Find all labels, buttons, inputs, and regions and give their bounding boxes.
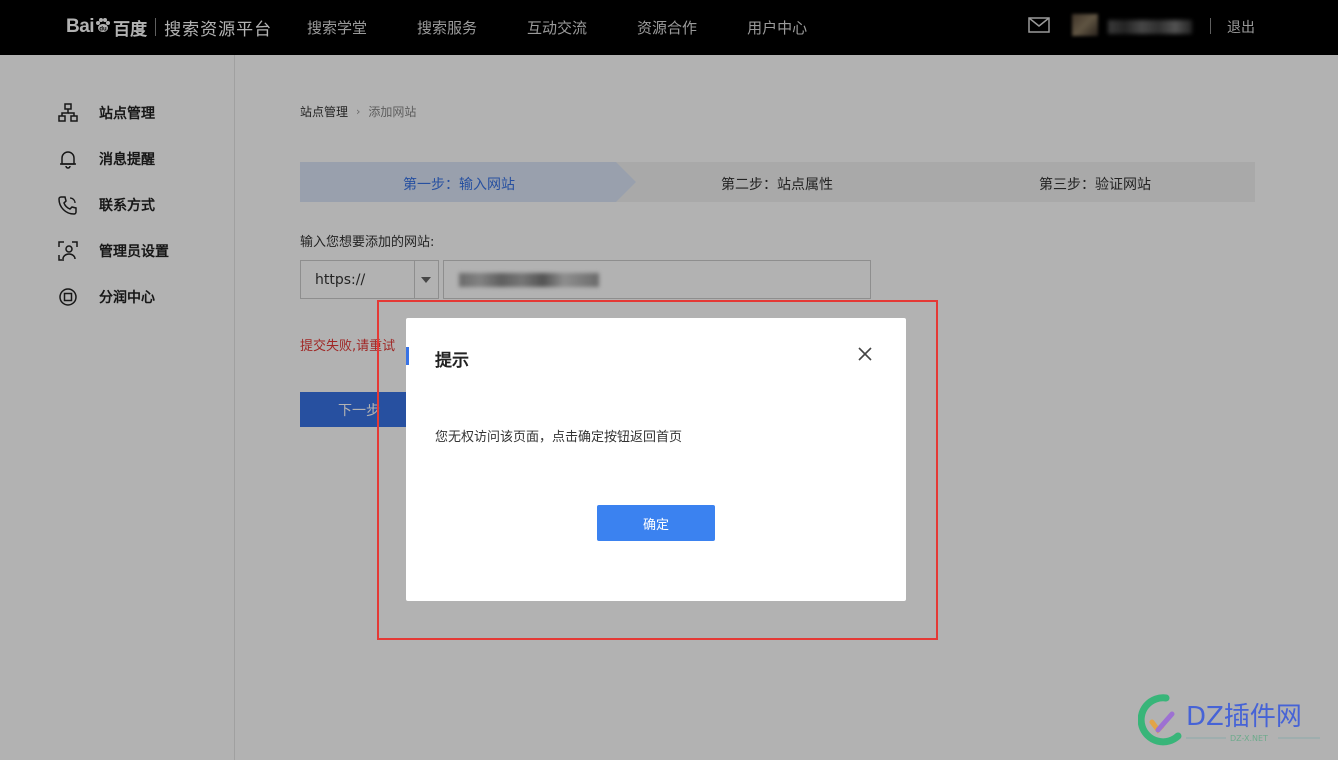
annotation-highlight-box bbox=[377, 300, 938, 640]
watermark-brand: DZ插件网 bbox=[1186, 702, 1302, 732]
dz-watermark-logo: DZ插件网 DZ-X.NET bbox=[1138, 694, 1320, 746]
watermark-sub: DZ-X.NET bbox=[1230, 734, 1268, 743]
